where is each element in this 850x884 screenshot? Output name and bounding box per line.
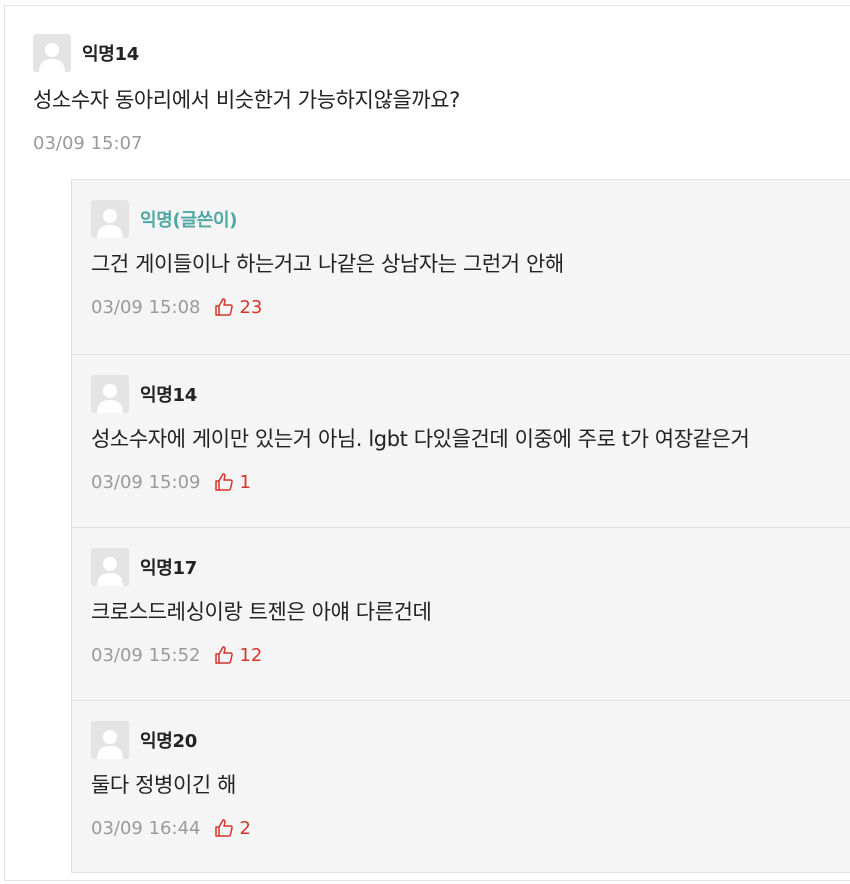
reply-timestamp: 03/09 16:44 xyxy=(91,817,201,839)
comment-timestamp: 03/09 15:07 xyxy=(33,132,143,154)
comment-thread: 익명14 성소수자 동아리에서 비슷한거 가능하지않을까요? 03/09 15:… xyxy=(4,5,850,881)
thumbs-up-icon xyxy=(215,298,234,316)
like-count: 23 xyxy=(239,296,263,318)
avatar-icon[interactable] xyxy=(91,721,129,759)
comment-meta: 03/09 15:07 xyxy=(33,131,833,155)
reply-text: 크로스드레싱이랑 트젠은 아얘 다른건데 xyxy=(91,600,432,624)
reply-list: 익명(글쓴이) 그건 게이들이나 하는거고 나같은 상남자는 그런거 안해 03… xyxy=(71,179,850,873)
thumbs-up-icon xyxy=(215,646,234,664)
like-count: 2 xyxy=(239,817,251,839)
reply-author[interactable]: 익명14 xyxy=(140,381,197,407)
like-button[interactable]: 1 xyxy=(214,471,251,493)
reply-timestamp: 03/09 15:08 xyxy=(91,296,201,318)
reply-author[interactable]: 익명17 xyxy=(140,554,197,580)
like-button[interactable]: 12 xyxy=(214,645,262,666)
reply-item: 익명17 크로스드레싱이랑 트젠은 아얘 다른건데 03/09 15:52 12 xyxy=(72,528,850,701)
avatar-icon[interactable] xyxy=(91,548,129,586)
thumbs-up-icon xyxy=(215,473,234,491)
like-count: 1 xyxy=(239,471,251,493)
comment-author-row: 익명14 xyxy=(33,34,833,72)
reply-timestamp: 03/09 15:52 xyxy=(91,644,201,666)
reply-author[interactable]: 익명20 xyxy=(140,727,197,753)
reply-timestamp: 03/09 15:09 xyxy=(91,471,201,493)
reply-text: 성소수자에 게이만 있는거 아님. lgbt 다있을건데 이중에 주로 t가 여… xyxy=(91,427,750,451)
like-button[interactable]: 2 xyxy=(214,817,251,839)
like-button[interactable]: 23 xyxy=(214,297,262,318)
avatar-icon[interactable] xyxy=(33,34,71,72)
thumbs-up-icon xyxy=(215,819,234,837)
reply-item: 익명20 둘다 정병이긴 해 03/09 16:44 2 xyxy=(72,701,850,872)
comment-author[interactable]: 익명14 xyxy=(82,40,139,66)
reply-text: 그건 게이들이나 하는거고 나같은 상남자는 그런거 안해 xyxy=(91,252,564,276)
like-count: 12 xyxy=(239,644,263,666)
main-comment: 익명14 성소수자 동아리에서 비슷한거 가능하지않을까요? 03/09 15:… xyxy=(33,34,833,155)
reply-item: 익명14 성소수자에 게이만 있는거 아님. lgbt 다있을건데 이중에 주로… xyxy=(72,355,850,528)
reply-item: 익명(글쓴이) 그건 게이들이나 하는거고 나같은 상남자는 그런거 안해 03… xyxy=(72,180,850,355)
avatar-icon[interactable] xyxy=(91,200,129,238)
reply-author-op[interactable]: 익명(글쓴이) xyxy=(140,206,237,232)
reply-text: 둘다 정병이긴 해 xyxy=(91,773,236,797)
comment-text: 성소수자 동아리에서 비슷한거 가능하지않을까요? xyxy=(33,88,460,112)
avatar-icon[interactable] xyxy=(91,375,129,413)
